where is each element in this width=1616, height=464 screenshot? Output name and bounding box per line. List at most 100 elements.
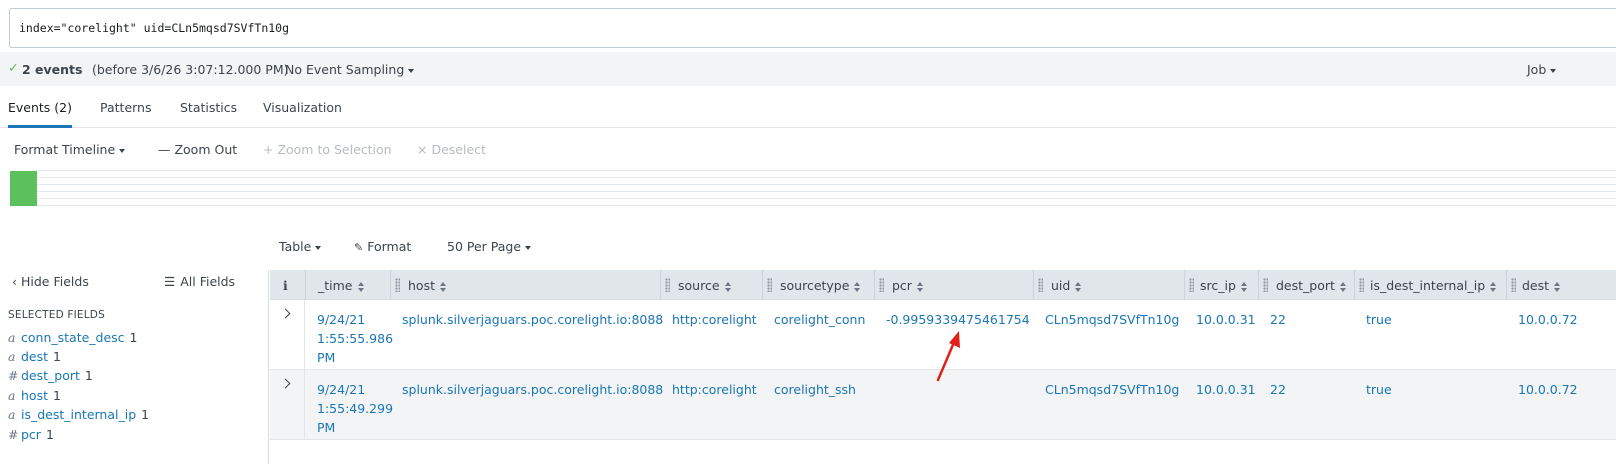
number-type-icon: #: [8, 368, 19, 383]
field-name: is_dest_internal_ip: [21, 407, 137, 422]
cell-sourcetype[interactable]: corelight_conn: [774, 310, 865, 329]
column-header-source[interactable]: source: [660, 270, 762, 300]
drag-handle-icon[interactable]: [1263, 278, 1268, 292]
format-timeline-label: Format Timeline: [14, 142, 116, 157]
cell-pcr[interactable]: -0.9959339475461754: [886, 310, 1030, 329]
column-header-host[interactable]: host: [390, 270, 660, 300]
event-sampling-dropdown[interactable]: No Event Sampling: [285, 62, 415, 77]
expand-row-button[interactable]: [270, 370, 305, 440]
column-header-label: host: [408, 278, 447, 293]
expand-row-button[interactable]: [270, 300, 305, 370]
chevron-down-icon: [1550, 68, 1557, 73]
hide-fields-button[interactable]: ‹ Hide Fields: [12, 274, 89, 289]
table-view-dropdown[interactable]: Table: [279, 239, 322, 254]
sort-icon: [724, 281, 732, 292]
chevron-left-icon: ‹: [12, 274, 17, 289]
tab-visualization[interactable]: Visualization: [263, 100, 342, 115]
field-count: 1: [45, 427, 54, 442]
cell-source[interactable]: http:corelight: [672, 310, 757, 329]
cell-host[interactable]: splunk.silverjaguars.poc.corelight.io:80…: [402, 380, 663, 399]
drag-handle-icon[interactable]: [1038, 278, 1043, 292]
all-fields-label: All Fields: [180, 274, 236, 289]
drag-handle-icon[interactable]: [767, 278, 772, 292]
fields-sidebar: ‹ Hide Fields ☰ All Fields SELECTED FIELDS…: [0, 270, 269, 464]
cell-src-ip[interactable]: 10.0.0.31: [1196, 310, 1256, 329]
cell-is-dest-internal-ip[interactable]: true: [1366, 380, 1392, 399]
cell-time[interactable]: 9/24/21 1:55:49.299 PM: [317, 380, 397, 437]
column-header-label: source: [678, 278, 732, 293]
tab-patterns[interactable]: Patterns: [100, 100, 151, 115]
pencil-icon: ✎: [354, 241, 364, 254]
cell-is-dest-internal-ip[interactable]: true: [1366, 310, 1392, 329]
cell-dest[interactable]: 10.0.0.72: [1518, 380, 1578, 399]
field-item[interactable]: a conn_state_desc 1: [8, 330, 138, 345]
column-header-time[interactable]: _time: [305, 270, 390, 300]
column-header-label: dest_port: [1276, 278, 1347, 293]
field-item[interactable]: a dest 1: [8, 349, 61, 364]
drag-handle-icon[interactable]: [879, 278, 884, 292]
tab-statistics[interactable]: Statistics: [180, 100, 237, 115]
column-header-pcr[interactable]: pcr: [874, 270, 1033, 300]
job-label: Job: [1527, 62, 1547, 77]
number-type-icon: #: [8, 427, 19, 442]
column-header-label: uid: [1051, 278, 1082, 293]
zoom-out-button[interactable]: — Zoom Out: [158, 142, 237, 157]
field-count: 1: [53, 349, 61, 364]
search-input[interactable]: index="corelight" uid=CLn5mqsd7SVfTn10g: [9, 8, 1616, 48]
chevron-down-icon: [408, 68, 415, 73]
tab-events[interactable]: Events (2): [8, 100, 72, 115]
cell-src-ip[interactable]: 10.0.0.31: [1196, 380, 1256, 399]
cell-source[interactable]: http:corelight: [672, 380, 757, 399]
deselect-button[interactable]: × Deselect: [417, 142, 486, 157]
drag-handle-icon[interactable]: [1359, 278, 1364, 292]
format-timeline-dropdown[interactable]: Format Timeline: [14, 142, 126, 157]
active-tab-indicator: [8, 125, 72, 128]
field-name: conn_state_desc: [21, 330, 125, 345]
cell-host[interactable]: splunk.silverjaguars.poc.corelight.io:80…: [402, 310, 663, 329]
string-type-icon: a: [8, 388, 16, 403]
field-item[interactable]: a host 1: [8, 388, 61, 403]
string-type-icon: a: [8, 349, 16, 364]
drag-handle-icon[interactable]: [1189, 278, 1194, 292]
events-before-time: (before 3/6/26 3:07:12.000 PM): [92, 62, 289, 77]
drag-handle-icon[interactable]: [395, 278, 400, 292]
column-header-dest-port[interactable]: dest_port: [1258, 270, 1354, 300]
selected-fields-heading: SELECTED FIELDS: [8, 309, 105, 321]
drag-handle-icon[interactable]: [665, 278, 670, 292]
timeline-bar[interactable]: [10, 171, 37, 206]
event-count: 2 events: [22, 62, 83, 77]
all-fields-button[interactable]: ☰ All Fields: [164, 274, 235, 289]
column-header-is-dest-internal-ip[interactable]: is_dest_internal_ip: [1354, 270, 1506, 300]
drag-handle-icon[interactable]: [1511, 278, 1516, 292]
format-button[interactable]: ✎ Format: [354, 239, 411, 254]
field-count: 1: [84, 368, 93, 383]
timeline-chart[interactable]: [36, 170, 1616, 206]
per-page-dropdown[interactable]: 50 Per Page: [447, 239, 532, 254]
cell-dest-port[interactable]: 22: [1270, 310, 1286, 329]
column-header-uid[interactable]: uid: [1033, 270, 1184, 300]
cell-uid[interactable]: CLn5mqsd7SVfTn10g: [1045, 380, 1179, 399]
cell-sourcetype[interactable]: corelight_ssh: [774, 380, 856, 399]
cell-time[interactable]: 9/24/21 1:55:55.986 PM: [317, 310, 397, 367]
cell-dest-port[interactable]: 22: [1270, 380, 1286, 399]
per-page-label: 50 Per Page: [447, 239, 522, 254]
cell-uid[interactable]: CLn5mqsd7SVfTn10g: [1045, 310, 1179, 329]
zoom-to-selection-button[interactable]: + Zoom to Selection: [263, 142, 392, 157]
column-header-label: dest: [1522, 278, 1561, 293]
field-item[interactable]: # pcr 1: [8, 427, 54, 442]
annotation-arrow-icon: [936, 331, 960, 382]
cell-dest[interactable]: 10.0.0.72: [1518, 310, 1578, 329]
chevron-down-icon: [119, 148, 126, 153]
chevron-down-icon: [315, 245, 322, 250]
chevron-right-icon: [280, 378, 291, 389]
column-header-dest[interactable]: dest: [1506, 270, 1616, 300]
sort-icon: [1339, 281, 1347, 292]
field-name: pcr: [21, 427, 41, 442]
info-column-header: i: [270, 270, 305, 300]
event-sampling-label: No Event Sampling: [285, 62, 405, 77]
field-item[interactable]: # dest_port 1: [8, 368, 93, 383]
field-item[interactable]: a is_dest_internal_ip 1: [8, 407, 149, 422]
job-menu[interactable]: Job: [1527, 62, 1557, 77]
column-header-sourcetype[interactable]: sourcetype: [762, 270, 874, 300]
column-header-src-ip[interactable]: src_ip: [1184, 270, 1258, 300]
